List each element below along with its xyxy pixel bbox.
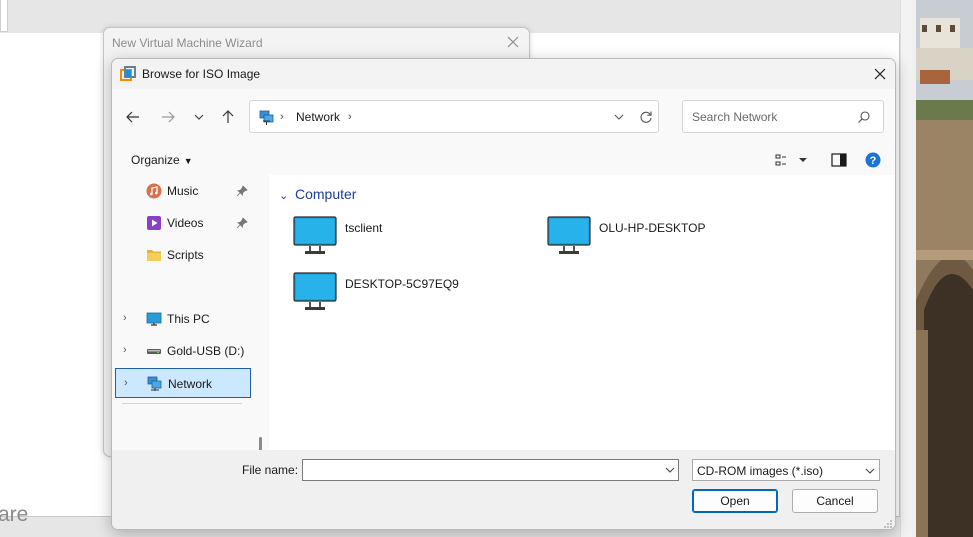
nav-item-videos[interactable]: Videos [112,208,252,238]
chevron-right-icon[interactable]: › [123,344,127,356]
preview-pane-icon[interactable] [831,153,847,167]
arrow-up-icon [222,110,234,123]
chevron-down-icon [865,468,875,474]
resize-grip-icon[interactable] [883,519,893,529]
arrow-right-icon [162,111,175,123]
dialog-title: Browse for ISO Image [142,67,261,81]
background-tab[interactable] [0,0,8,32]
caret-down-icon: ▼ [183,156,193,166]
help-icon[interactable]: ? [865,152,881,168]
chevron-down-icon[interactable] [665,465,675,475]
pin-icon[interactable] [236,217,248,229]
change-view-icon[interactable] [775,153,809,169]
nav-item-label: This PC [167,312,210,326]
close-icon [874,68,886,80]
item-label: tsclient [345,221,383,235]
navigation-pane: Music Videos Scripts › This PC › Gold-US… [112,175,267,529]
nav-item-label: Scripts [167,248,204,262]
file-type-value: CD-ROM images (*.iso) [697,464,824,478]
nav-item-label: Gold-USB (D:) [167,344,245,358]
item-label: OLU-HP-DESKTOP [599,221,706,235]
nav-item-music[interactable]: Music [112,176,252,206]
organize-menu[interactable]: Organize ▼ [131,153,193,167]
search-input[interactable]: Search Network [692,110,777,124]
nav-item-gold-usb[interactable]: › Gold-USB (D:) [112,336,252,366]
browse-iso-dialog: Browse for ISO Image › Network › Search … [111,58,896,530]
open-button[interactable]: Open [692,489,778,513]
network-icon [259,110,274,125]
cancel-button[interactable]: Cancel [792,489,878,513]
chevron-down-icon [194,114,204,120]
navigation-bar: › Network › Search Network [112,89,895,145]
monitor-icon [293,216,337,254]
address-bar[interactable]: › Network › [249,100,659,133]
organize-label: Organize [131,153,180,167]
search-icon [858,111,870,123]
wizard-close-icon[interactable] [505,34,521,50]
item-label: DESKTOP-5C97EQ9 [345,277,459,291]
back-button[interactable] [122,106,144,128]
computer-icon [146,312,162,326]
forward-button[interactable] [157,106,179,128]
nav-item-scripts[interactable]: Scripts [112,240,252,270]
background-scrollbar[interactable] [900,0,912,537]
folder-icon [147,250,161,261]
usb-drive-icon [147,349,161,354]
nav-item-network[interactable]: › Network [115,368,251,398]
desktop-wallpaper [916,0,973,537]
dialog-footer: File name: CD-ROM images (*.iso) Open Ca… [112,450,895,529]
network-computer-item[interactable]: tsclient [293,216,523,260]
monitor-icon [293,272,337,310]
videos-icon [147,216,161,230]
network-computer-item[interactable]: DESKTOP-5C97EQ9 [293,272,523,316]
breadcrumb-separator-icon[interactable]: › [348,111,352,123]
recent-locations-button[interactable] [188,106,210,128]
dialog-close-button[interactable] [865,59,895,89]
svg-text:?: ? [870,155,877,167]
network-computer-item[interactable]: OLU-HP-DESKTOP [547,216,777,260]
file-name-label: File name: [242,463,299,477]
file-type-select[interactable]: CD-ROM images (*.iso) [692,459,880,481]
command-bar: Organize ▼ ? [112,145,895,175]
monitor-icon [547,216,591,254]
nav-divider [122,403,242,404]
chevron-right-icon[interactable]: › [123,312,127,324]
network-icon [147,376,162,391]
nav-item-label: Network [168,377,213,391]
file-list-pane: ⌄ Computer tsclient OLU-HP-DESKTOP DESKT… [269,175,895,450]
address-history-dropdown-icon[interactable] [612,110,626,124]
nav-item-label: Videos [167,216,204,230]
pin-icon[interactable] [236,185,248,197]
chevron-right-icon[interactable]: › [124,377,128,389]
file-name-field[interactable] [302,459,679,481]
arrow-left-icon [126,111,139,123]
breadcrumb-separator-icon[interactable]: › [280,111,284,123]
vmware-app-icon [120,66,136,81]
refresh-icon[interactable] [639,110,653,124]
search-box[interactable]: Search Network [682,100,884,133]
up-button[interactable] [217,106,239,128]
breadcrumb-network[interactable]: Network [296,110,340,124]
nav-item-label: Music [167,184,199,198]
music-icon [146,183,162,199]
wizard-title: New Virtual Machine Wizard [112,36,263,50]
dialog-titlebar: Browse for ISO Image [112,59,895,89]
chevron-down-icon: ⌄ [279,190,289,202]
nav-item-this-pc[interactable]: › This PC [112,304,252,334]
background-brand-text: are [0,503,29,526]
group-header-computer[interactable]: ⌄ Computer [279,186,356,202]
group-header-label: Computer [295,186,357,202]
